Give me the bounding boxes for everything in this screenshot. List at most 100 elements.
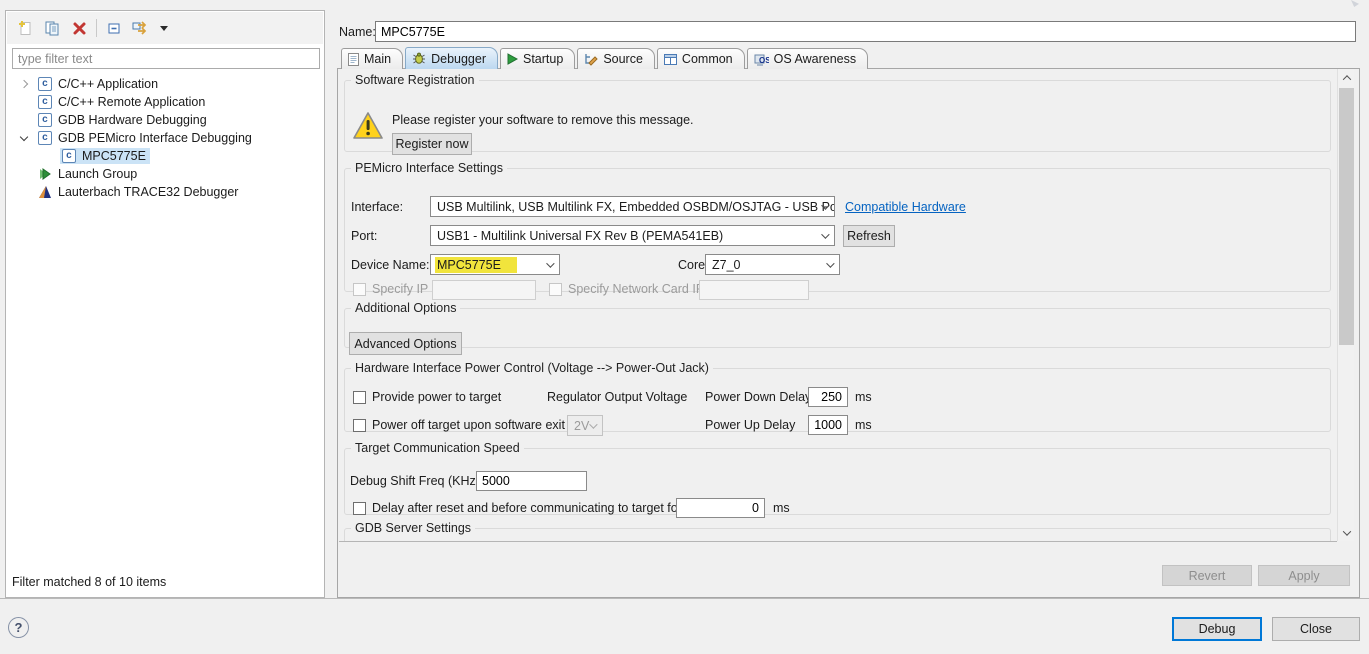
tree-item-label: Launch Group	[58, 167, 137, 181]
name-input[interactable]	[375, 21, 1356, 42]
specify-ip-label: Specify IP	[372, 282, 428, 296]
tree-item-label: GDB Hardware Debugging	[58, 113, 207, 127]
debug-button[interactable]: Debug	[1172, 617, 1262, 641]
power-off-checkbox[interactable]	[353, 419, 366, 432]
specify-ip-checkbox[interactable]	[353, 283, 366, 296]
specify-network-card-ip-input[interactable]	[699, 280, 809, 300]
refresh-button[interactable]: Refresh	[843, 225, 895, 247]
tree-item-label: Lauterbach TRACE32 Debugger	[58, 185, 238, 199]
power-control-group: Hardware Interface Power Control (Voltag…	[344, 361, 1331, 432]
pemicro-interface-settings-group: PEMicro Interface Settings Interface: US…	[344, 161, 1331, 292]
help-button[interactable]: ?	[8, 617, 29, 638]
tree-item-cpp-application[interactable]: c C/C++ Application	[8, 75, 322, 93]
compatible-hardware-link[interactable]: Compatible Hardware	[845, 200, 966, 214]
tree-item-gdb-pemicro-interface-debugging[interactable]: c GDB PEMicro Interface Debugging	[8, 129, 322, 147]
apply-button[interactable]: Apply	[1258, 565, 1350, 586]
tab-label: Common	[682, 52, 733, 66]
c-application-icon: c	[38, 113, 52, 127]
name-label: Name:	[339, 25, 376, 39]
tree-item-mpc5775e[interactable]: c MPC5775E	[8, 147, 322, 165]
c-application-icon: c	[38, 77, 52, 91]
vertical-scrollbar[interactable]	[1337, 69, 1354, 541]
scroll-up-arrow[interactable]	[1338, 69, 1355, 86]
device-name-combo[interactable]: MPC5775E	[430, 254, 560, 275]
tree-item-launch-group[interactable]: Launch Group	[8, 165, 322, 183]
cursor-artifact	[1351, 0, 1359, 7]
tab-os-awareness[interactable]: OS OS Awareness	[747, 48, 868, 69]
revert-button[interactable]: Revert	[1162, 565, 1252, 586]
dialog-separator	[0, 598, 1369, 599]
bug-icon	[412, 52, 426, 65]
provide-power-label: Provide power to target	[372, 390, 501, 404]
device-name-value: MPC5775E	[435, 257, 517, 273]
configurations-tree: c C/C++ Application c C/C++ Remote Appli…	[8, 75, 322, 563]
chevron-down-icon	[821, 230, 829, 238]
register-now-button[interactable]: Register now	[392, 133, 472, 155]
interface-value: USB Multilink, USB Multilink FX, Embedde…	[437, 200, 835, 214]
filter-configurations-icon[interactable]	[131, 18, 151, 38]
core-label: Core:	[678, 258, 709, 272]
power-up-delay-input[interactable]	[808, 415, 848, 435]
filter-input[interactable]	[12, 48, 320, 69]
tab-debugger[interactable]: Debugger	[405, 47, 498, 69]
provide-power-checkbox[interactable]	[353, 391, 366, 404]
power-down-delay-label: Power Down Delay	[705, 390, 811, 404]
toolbar-dropdown-caret-icon[interactable]	[158, 18, 170, 38]
delay-after-reset-input[interactable]	[676, 498, 765, 518]
regulator-output-voltage-label: Regulator Output Voltage	[547, 390, 687, 404]
tree-item-lauterbach-trace32[interactable]: Lauterbach TRACE32 Debugger	[8, 183, 322, 201]
document-icon	[348, 53, 359, 66]
c-application-icon: c	[38, 131, 52, 145]
specify-network-card-ip-checkbox[interactable]	[549, 283, 562, 296]
additional-options-group: Additional Options Advanced Options	[344, 301, 1331, 348]
voltage-combo[interactable]: 2V	[567, 415, 603, 436]
scroll-thumb[interactable]	[1339, 88, 1354, 345]
new-configuration-icon[interactable]	[15, 18, 35, 38]
tree-item-gdb-hardware-debugging[interactable]: c GDB Hardware Debugging	[8, 111, 322, 129]
tree-item-cpp-remote-application[interactable]: c C/C++ Remote Application	[8, 93, 322, 111]
play-icon	[507, 53, 518, 65]
interface-combo[interactable]: USB Multilink, USB Multilink FX, Embedde…	[430, 196, 835, 217]
duplicate-configuration-icon[interactable]	[42, 18, 62, 38]
sidebar-toolbar	[7, 12, 323, 44]
registration-message: Please register your software to remove …	[392, 113, 694, 127]
tab-common[interactable]: Common	[657, 48, 745, 69]
specify-ip-input[interactable]	[432, 280, 536, 300]
tab-label: OS Awareness	[774, 52, 856, 66]
advanced-options-button[interactable]: Advanced Options	[349, 332, 462, 355]
port-combo[interactable]: USB1 - Multilink Universal FX Rev B (PEM…	[430, 225, 835, 246]
delete-configuration-icon[interactable]	[69, 18, 89, 38]
filter-status-text: Filter matched 8 of 10 items	[12, 575, 166, 589]
tree-item-label: GDB PEMicro Interface Debugging	[58, 131, 252, 145]
debug-shift-freq-label: Debug Shift Freq (KHz)	[350, 474, 480, 488]
group-title: Hardware Interface Power Control (Voltag…	[351, 361, 713, 375]
tab-source[interactable]: Source	[577, 48, 655, 69]
group-title: PEMicro Interface Settings	[351, 161, 507, 175]
group-title: GDB Server Settings	[351, 521, 475, 535]
group-title: Software Registration	[351, 73, 479, 87]
launch-config-sidebar: c C/C++ Application c C/C++ Remote Appli…	[5, 10, 325, 598]
delay-after-reset-label: Delay after reset and before communicati…	[372, 501, 682, 515]
core-combo[interactable]: Z7_0	[705, 254, 840, 275]
tab-label: Startup	[523, 52, 563, 66]
gdb-server-settings-group: GDB Server Settings	[344, 521, 1331, 542]
debug-shift-freq-input[interactable]	[476, 471, 587, 491]
tab-label: Main	[364, 52, 391, 66]
trace32-icon	[38, 185, 52, 199]
collapse-all-icon[interactable]	[104, 18, 124, 38]
warning-icon	[352, 111, 384, 141]
source-lookup-icon	[584, 53, 598, 66]
tab-main[interactable]: Main	[341, 48, 403, 69]
port-label: Port:	[351, 229, 377, 243]
scroll-down-arrow[interactable]	[1338, 524, 1355, 541]
tab-startup[interactable]: Startup	[500, 48, 575, 69]
delay-after-reset-checkbox[interactable]	[353, 502, 366, 515]
chevron-down-icon	[826, 259, 834, 267]
svg-text:OS: OS	[759, 56, 769, 65]
close-button[interactable]: Close	[1272, 617, 1360, 641]
power-down-delay-input[interactable]	[808, 387, 848, 407]
tab-bar: Main Debugger Startup Source Common OS O…	[341, 47, 870, 69]
chevron-right-icon[interactable]	[20, 80, 28, 88]
chevron-down-icon[interactable]	[20, 132, 28, 140]
group-title: Target Communication Speed	[351, 441, 524, 455]
